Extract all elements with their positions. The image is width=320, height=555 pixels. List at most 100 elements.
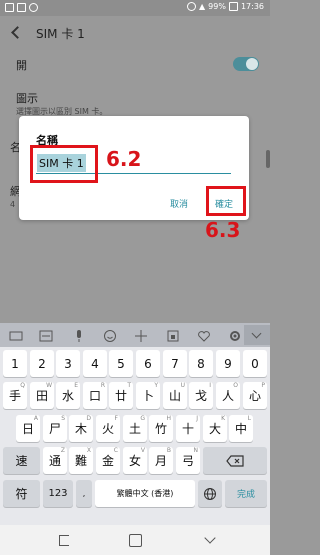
sim-enable-toggle[interactable]: [233, 57, 259, 71]
punctuation-key[interactable]: ,: [76, 480, 92, 507]
globe-icon: [204, 487, 216, 500]
key-label: 戈: [194, 389, 207, 403]
key[interactable]: 口R: [83, 382, 107, 409]
key[interactable]: 女V: [123, 447, 147, 474]
status-bar: ▲ 99% 17:36: [0, 0, 270, 16]
key[interactable]: 月B: [149, 447, 173, 474]
home-icon[interactable]: [127, 533, 143, 547]
key-label: 水: [61, 389, 74, 403]
key[interactable]: 人O: [216, 382, 240, 409]
notification-icon: [17, 3, 26, 12]
key[interactable]: 通Z: [43, 447, 67, 474]
microphone-icon[interactable]: [72, 328, 86, 342]
icon-setting-title[interactable]: 圖示: [16, 90, 38, 106]
key[interactable]: 廿T: [109, 382, 133, 409]
key-hint: E: [74, 382, 78, 389]
key[interactable]: 4: [83, 350, 107, 377]
key-hint: I: [209, 382, 211, 389]
sticker-icon[interactable]: [166, 328, 180, 342]
done-key[interactable]: 完成: [225, 480, 267, 507]
key-label: 十: [181, 422, 194, 436]
key-hint: K: [221, 415, 225, 422]
key[interactable]: 山U: [163, 382, 187, 409]
key[interactable]: 1: [3, 350, 27, 377]
key-hint: O: [233, 382, 238, 389]
key-hint: H: [166, 415, 171, 422]
heart-icon[interactable]: [197, 328, 211, 342]
emoji-grid-icon[interactable]: [39, 328, 53, 342]
smiley-icon[interactable]: [103, 328, 117, 342]
key[interactable]: 9: [216, 350, 240, 377]
key-label: 弓: [181, 454, 194, 468]
key[interactable]: 金C: [96, 447, 120, 474]
back-nav-icon[interactable]: [202, 533, 218, 547]
key-label: 女: [128, 454, 141, 468]
back-arrow-icon[interactable]: [10, 26, 24, 40]
key[interactable]: 7: [163, 350, 187, 377]
scrollbar[interactable]: [266, 150, 270, 168]
key-hint: S: [61, 415, 65, 422]
key[interactable]: 心P: [243, 382, 267, 409]
key-label: 難: [74, 454, 87, 468]
keyboard: 1 2 3 4 5 6 7 8 9 0 手Q 田W 水E 口R 廿T 卜Y 山U…: [0, 323, 270, 525]
globe-key[interactable]: [198, 480, 222, 507]
key[interactable]: 日A: [16, 415, 40, 442]
key[interactable]: 木D: [69, 415, 93, 442]
annotation-step-6-2: 6.2: [106, 147, 142, 171]
symbols-key[interactable]: 符: [3, 480, 40, 507]
gear-icon[interactable]: [228, 328, 242, 342]
key[interactable]: 十J: [176, 415, 200, 442]
key-label: 中: [234, 422, 247, 436]
key[interactable]: 3: [56, 350, 80, 377]
notification-icon: [5, 3, 14, 12]
key-hint: N: [193, 447, 199, 454]
key[interactable]: 手Q: [3, 382, 27, 409]
annotation-box-name-field: [30, 145, 98, 183]
keyboard-icon[interactable]: [9, 328, 23, 342]
navigation-bar: [0, 525, 270, 555]
annotation-step-6-3: 6.3: [205, 218, 241, 242]
key-label: 金: [101, 454, 114, 468]
key[interactable]: 戈I: [189, 382, 213, 409]
key[interactable]: 8: [189, 350, 213, 377]
keyboard-toolbar: [0, 323, 270, 347]
key-hint: J: [196, 415, 198, 422]
key[interactable]: 2: [30, 350, 54, 377]
key-label: 大: [208, 422, 221, 436]
key[interactable]: 大K: [203, 415, 227, 442]
key[interactable]: 水E: [56, 382, 80, 409]
backspace-icon: [226, 454, 244, 467]
key[interactable]: 卜Y: [136, 382, 160, 409]
chevron-down-icon[interactable]: [244, 325, 270, 345]
key[interactable]: 弓N: [176, 447, 200, 474]
key[interactable]: 田W: [30, 382, 54, 409]
cancel-button[interactable]: 取消: [170, 197, 188, 210]
space-bar[interactable]: 繁體中文 (香港): [95, 480, 195, 507]
key-hint: X: [86, 447, 91, 454]
key[interactable]: 5: [109, 350, 133, 377]
move-icon[interactable]: [134, 328, 148, 342]
key[interactable]: 中L: [229, 415, 253, 442]
key-hint: D: [86, 415, 91, 422]
wifi-icon: [187, 2, 196, 11]
app-bar: SIM 卡 1: [0, 16, 270, 50]
key-hint: W: [46, 382, 52, 389]
key[interactable]: 竹H: [149, 415, 173, 442]
recent-apps-icon[interactable]: [57, 533, 73, 547]
key[interactable]: 火F: [96, 415, 120, 442]
numeric-key[interactable]: 123: [43, 480, 73, 507]
backspace-key[interactable]: [203, 447, 267, 474]
page-title: SIM 卡 1: [36, 27, 85, 41]
key[interactable]: 0: [243, 350, 267, 377]
quick-key[interactable]: 速: [3, 447, 40, 474]
key[interactable]: 難X: [69, 447, 93, 474]
key-label: 卜: [141, 389, 154, 403]
key[interactable]: 土G: [123, 415, 147, 442]
key-label: 山: [168, 389, 181, 403]
key-label: 手: [8, 389, 21, 403]
key-hint: A: [33, 415, 38, 422]
key[interactable]: 6: [136, 350, 160, 377]
key-label: 月: [154, 454, 167, 468]
key-hint: P: [261, 382, 265, 389]
key[interactable]: 尸S: [43, 415, 67, 442]
